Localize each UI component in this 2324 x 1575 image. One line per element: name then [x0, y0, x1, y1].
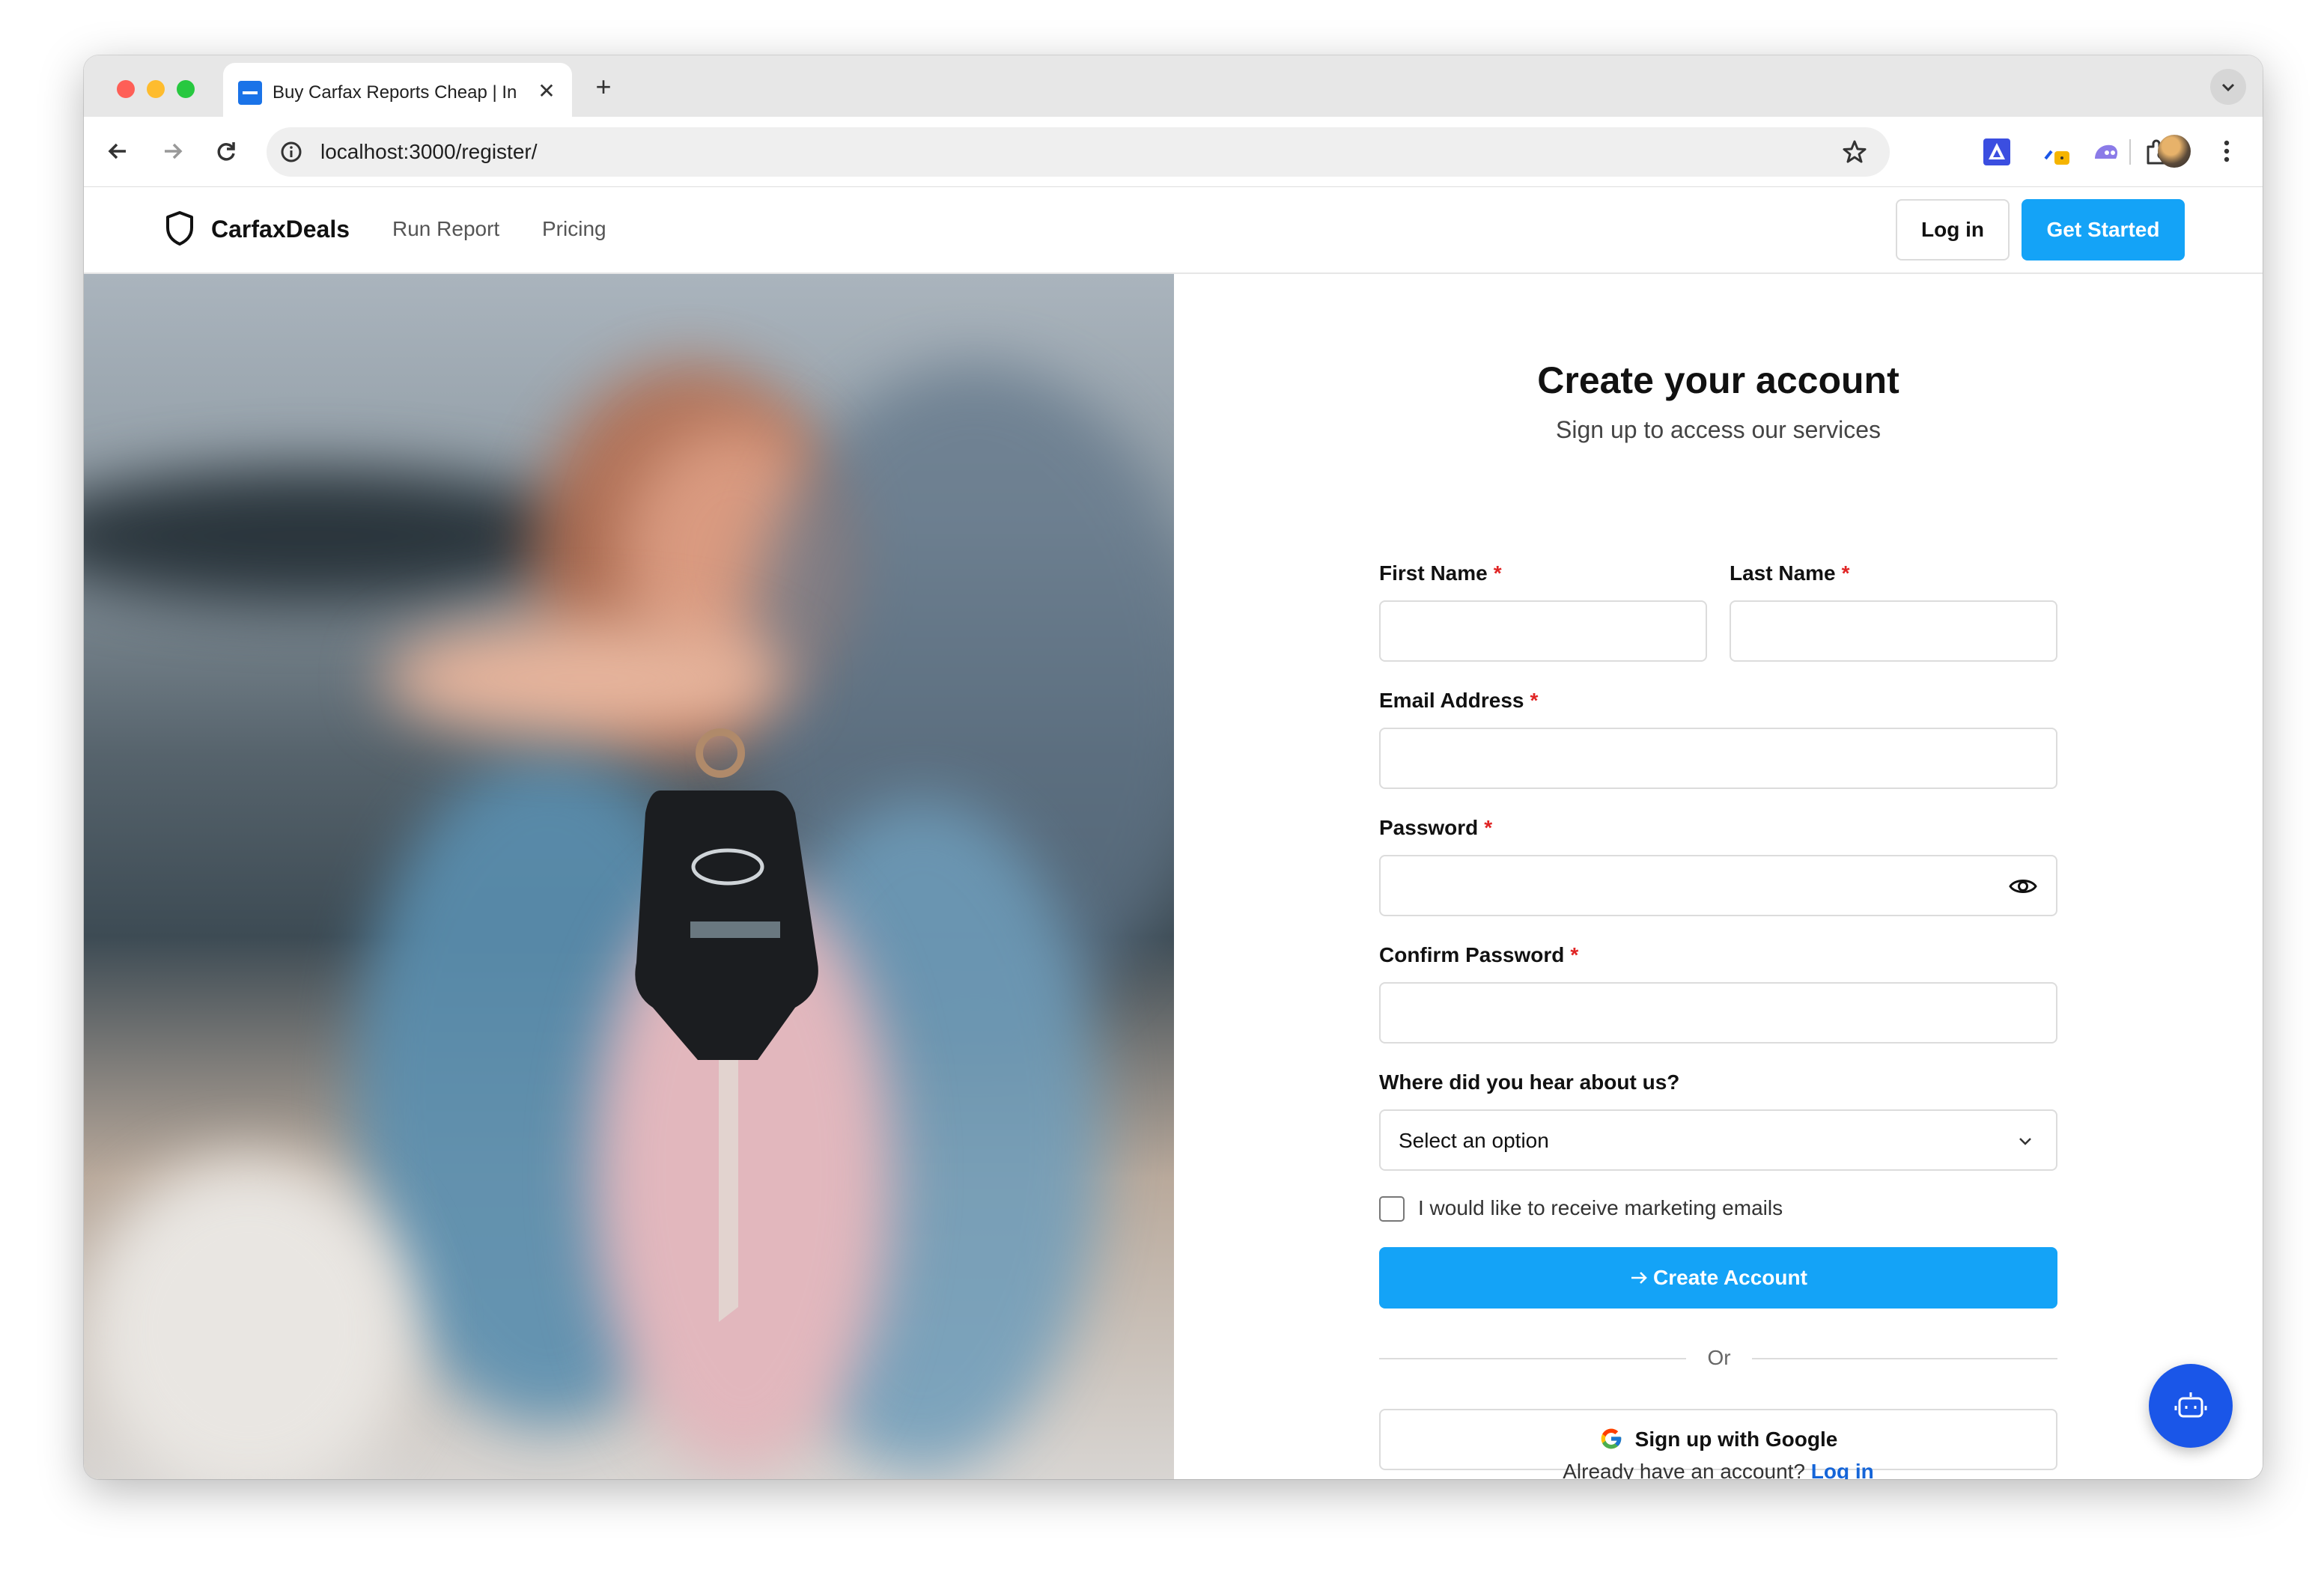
chatbot-button[interactable]	[2149, 1364, 2233, 1448]
login-prompt: Already have an account? Log in	[1174, 1457, 2263, 1479]
extension-cloud-icon[interactable]	[2090, 136, 2122, 168]
google-icon	[1601, 1428, 1622, 1448]
close-window-button[interactable]	[117, 80, 135, 98]
divider-right	[1752, 1358, 2057, 1359]
last-name-input[interactable]	[1730, 600, 2057, 662]
arrow-left-icon	[108, 143, 126, 159]
login-prompt-text: Already have an account?	[1563, 1460, 1805, 1479]
browser-window: Buy Carfax Reports Cheap | In ✕ + localh…	[84, 55, 2263, 1479]
registration-panel: Create your account Sign up to access ou…	[1174, 274, 2263, 1479]
reload-button[interactable]	[208, 133, 244, 169]
first-name-label: First Name *	[1379, 558, 1502, 588]
required-mark: *	[1841, 561, 1850, 585]
email-input[interactable]	[1379, 728, 2057, 789]
password-input[interactable]	[1379, 855, 2057, 916]
nav-pricing[interactable]: Pricing	[542, 214, 606, 244]
form-title: Create your account	[1537, 359, 1899, 401]
nav-run-report[interactable]: Run Report	[392, 214, 499, 244]
toolbar-divider	[2129, 139, 2131, 165]
referral-label: Where did you hear about us?	[1379, 1070, 1680, 1094]
browser-tab[interactable]: Buy Carfax Reports Cheap | In ✕	[223, 63, 572, 117]
form-subtitle: Sign up to access our services	[1556, 416, 1881, 443]
required-mark: *	[1530, 689, 1539, 712]
last-name-label-text: Last Name	[1730, 561, 1836, 585]
bookmark-star-icon[interactable]	[1840, 138, 1869, 166]
create-account-button[interactable]: Create Account	[1379, 1247, 2057, 1309]
site-info-icon[interactable]	[279, 139, 304, 165]
extension-pen-icon[interactable]	[2041, 136, 2072, 168]
header-login-button[interactable]: Log in	[1896, 199, 2010, 261]
tab-search-button[interactable]	[2210, 69, 2246, 105]
tab-title: Buy Carfax Reports Cheap | In	[273, 82, 517, 103]
divider-or-text: Or	[1707, 1346, 1731, 1369]
chevron-down-icon	[2221, 83, 2235, 92]
confirm-password-input[interactable]	[1379, 982, 2057, 1044]
login-link[interactable]: Log in	[1811, 1460, 1874, 1479]
last-name-label: Last Name *	[1730, 558, 1850, 588]
hero-image	[84, 274, 1174, 1479]
maximize-window-button[interactable]	[177, 80, 195, 98]
referral-selected-value: Select an option	[1399, 1129, 1549, 1152]
marketing-checkbox-label[interactable]: I would like to receive marketing emails	[1418, 1193, 1783, 1223]
more-vertical-icon	[2224, 140, 2230, 162]
back-button[interactable]	[100, 133, 136, 169]
reload-icon	[217, 142, 235, 161]
google-signup-label: Sign up with Google	[1634, 1428, 1838, 1451]
browser-menu-button[interactable]	[2209, 133, 2245, 169]
password-label: Password *	[1379, 813, 1492, 843]
arrow-right-icon	[1631, 1271, 1647, 1284]
extension-a-icon[interactable]	[1981, 136, 2013, 168]
email-label: Email Address *	[1379, 686, 1538, 716]
car-key	[635, 728, 818, 1322]
first-name-label-text: First Name	[1379, 561, 1488, 585]
robot-icon	[2174, 1392, 2207, 1418]
favicon-icon	[238, 81, 262, 105]
first-name-input[interactable]	[1379, 600, 1707, 662]
confirm-password-label-text: Confirm Password	[1379, 943, 1565, 966]
new-tab-button[interactable]: +	[587, 70, 620, 103]
tab-strip: Buy Carfax Reports Cheap | In ✕ +	[84, 55, 2263, 117]
brand-name[interactable]: CarfaxDeals	[211, 213, 350, 246]
close-tab-icon[interactable]: ✕	[533, 78, 560, 105]
confirm-password-label: Confirm Password *	[1379, 940, 1578, 970]
eye-icon[interactable]	[2008, 873, 2038, 900]
referral-select[interactable]: Select an option	[1379, 1109, 2057, 1171]
chevron-down-icon	[2019, 1138, 2031, 1145]
marketing-checkbox[interactable]	[1379, 1196, 1405, 1222]
required-mark: *	[1570, 943, 1579, 966]
minimize-window-button[interactable]	[147, 80, 165, 98]
browser-toolbar: localhost:3000/register/	[84, 117, 2263, 187]
forward-button[interactable]	[154, 133, 190, 169]
site-header: CarfaxDeals Run Report Pricing Log in Ge…	[84, 187, 2263, 274]
shield-icon	[166, 211, 193, 246]
password-label-text: Password	[1379, 816, 1479, 839]
email-label-text: Email Address	[1379, 689, 1524, 712]
required-mark: *	[1484, 816, 1493, 839]
arrow-right-icon	[165, 143, 183, 159]
profile-avatar[interactable]	[2158, 135, 2191, 168]
required-mark: *	[1493, 561, 1502, 585]
divider-left	[1379, 1358, 1686, 1359]
url-text[interactable]: localhost:3000/register/	[320, 139, 538, 165]
create-account-label: Create Account	[1653, 1266, 1807, 1289]
address-bar[interactable]: localhost:3000/register/	[267, 127, 1890, 177]
get-started-button[interactable]: Get Started	[2022, 199, 2185, 261]
